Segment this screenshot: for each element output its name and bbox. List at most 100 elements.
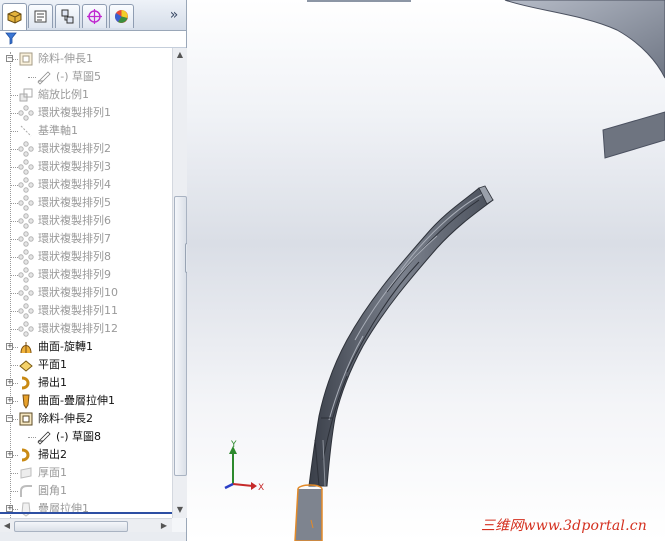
tree-item[interactable]: + 曲面-旋轉1	[0, 338, 172, 356]
circular-pattern-icon	[18, 285, 34, 301]
expand-icon[interactable]: +	[6, 343, 13, 350]
tree-item[interactable]: 環狀複製排列12	[0, 320, 172, 338]
expand-icon[interactable]: +	[6, 397, 13, 404]
tree-item[interactable]: 平面1	[0, 356, 172, 374]
tree-item-label: 平面1	[38, 358, 67, 371]
tree-item-label: (-) 草圖5	[56, 70, 102, 83]
sketch-icon	[37, 71, 51, 85]
collapse-icon[interactable]: −	[6, 55, 13, 62]
circular-pattern-icon	[18, 141, 34, 157]
tree-connector	[10, 167, 18, 168]
tree-connector	[10, 365, 18, 366]
circular-pattern-icon	[18, 267, 34, 283]
triad-x-label: X	[258, 483, 264, 493]
graphics-area[interactable]: Y X 三维网www.3dportal.cn	[187, 0, 665, 541]
tree-item[interactable]: 環狀複製排列10	[0, 284, 172, 302]
tree-item[interactable]: + 疊層拉伸1	[0, 500, 172, 518]
tree-connector	[10, 239, 18, 240]
tree-item-label: 掃出2	[38, 448, 67, 461]
tree-item-label: 環狀複製排列6	[38, 214, 111, 227]
tree-item-label: 厚面1	[38, 466, 67, 479]
tree-connector	[10, 329, 18, 330]
circular-pattern-icon	[18, 231, 34, 247]
vertical-scroll-thumb[interactable]	[174, 196, 187, 476]
tree-item-label: 疊層拉伸1	[38, 502, 89, 515]
tree-item[interactable]: 環狀複製排列9	[0, 266, 172, 284]
tree-item-label: 曲面-疊層拉伸1	[38, 394, 115, 407]
axis-icon	[20, 125, 32, 137]
tree-item[interactable]: 厚面1	[0, 464, 172, 482]
feature-tree: − 除料-伸長1 (-) 草圖5 縮放比例1 環狀複製排列1 基準軸1 環狀複製排列2 環狀複…	[0, 48, 172, 518]
scroll-right-icon[interactable]: ▶	[158, 520, 170, 532]
tree-item[interactable]: 環狀複製排列1	[0, 104, 172, 122]
selected-cylinder-segment[interactable]	[294, 484, 323, 541]
vertical-scrollbar[interactable]: ▲ ▼	[172, 48, 187, 518]
tree-connector	[10, 203, 18, 204]
collapse-icon[interactable]: −	[6, 415, 13, 422]
horizontal-scroll-thumb[interactable]	[14, 521, 128, 532]
horizontal-scrollbar[interactable]: ◀ ▶	[0, 518, 172, 533]
tree-item-label: 環狀複製排列12	[38, 322, 118, 335]
tree-connector	[10, 311, 18, 312]
tree-item-label: (-) 草圖8	[56, 430, 102, 443]
swept-surface-partial[interactable]	[504, 0, 665, 159]
tree-connector	[10, 257, 18, 258]
tree-item[interactable]: + 曲面-疊層拉伸1	[0, 392, 172, 410]
tree-item[interactable]: (-) 草圖5	[0, 68, 172, 86]
tree-item[interactable]: 環狀複製排列4	[0, 176, 172, 194]
tree-item-label: 環狀複製排列1	[38, 106, 111, 119]
expand-icon[interactable]: +	[6, 505, 13, 512]
thicken-icon	[20, 467, 32, 479]
tree-item[interactable]: + 掃出1	[0, 374, 172, 392]
tree-item[interactable]: 環狀複製排列8	[0, 248, 172, 266]
tree-item[interactable]: 基準軸1	[0, 122, 172, 140]
tab-feature-manager[interactable]	[2, 3, 27, 30]
circular-pattern-icon	[18, 249, 34, 265]
cut-extrude-icon	[19, 52, 33, 66]
rollback-bar[interactable]	[0, 512, 172, 514]
tree-item[interactable]: 環狀複製排列2	[0, 140, 172, 158]
scroll-left-icon[interactable]: ◀	[1, 520, 13, 532]
tree-item[interactable]: 縮放比例1	[0, 86, 172, 104]
tree-item[interactable]: 圓角1	[0, 482, 172, 500]
loft-icon	[21, 502, 31, 517]
scroll-down-icon[interactable]: ▼	[174, 504, 186, 516]
tree-item-label: 縮放比例1	[38, 88, 89, 101]
tree-connector	[10, 149, 18, 150]
tree-item-label: 掃出1	[38, 376, 67, 389]
configuration-manager-icon	[61, 9, 74, 24]
tab-configuration-manager[interactable]	[55, 4, 80, 28]
sketch-icon	[37, 431, 51, 445]
tab-display-manager[interactable]	[109, 4, 134, 28]
tree-item[interactable]: 環狀複製排列11	[0, 302, 172, 320]
filter-icon[interactable]	[5, 32, 17, 45]
circular-pattern-icon	[18, 303, 34, 319]
more-tabs-icon[interactable]: »	[166, 5, 182, 25]
circular-pattern-icon	[18, 321, 34, 337]
tree-item-label: 環狀複製排列4	[38, 178, 111, 191]
tab-property-manager[interactable]	[28, 4, 53, 28]
expand-icon[interactable]: +	[6, 379, 13, 386]
twisted-rope-body[interactable]	[308, 185, 494, 487]
plane-icon	[19, 360, 33, 372]
filter-bar[interactable]	[0, 31, 186, 48]
tree-connector	[10, 113, 18, 114]
expand-icon[interactable]: +	[6, 451, 13, 458]
tree-item[interactable]: + 掃出2	[0, 446, 172, 464]
tree-item[interactable]: − 除料-伸長2	[0, 410, 172, 428]
tab-dimxpert[interactable]	[82, 4, 107, 28]
tree-item[interactable]: 環狀複製排列3	[0, 158, 172, 176]
triad-y-label: Y	[230, 440, 237, 450]
tree-item[interactable]: − 除料-伸長1	[0, 50, 172, 68]
circular-pattern-icon	[18, 213, 34, 229]
tree-item[interactable]: 環狀複製排列6	[0, 212, 172, 230]
property-manager-icon	[34, 10, 47, 23]
tree-item[interactable]: 環狀複製排列5	[0, 194, 172, 212]
tree-item[interactable]: 環狀複製排列7	[0, 230, 172, 248]
tree-item[interactable]: (-) 草圖8	[0, 428, 172, 446]
tree-item-label: 圓角1	[38, 484, 67, 497]
scroll-up-icon[interactable]: ▲	[174, 49, 186, 61]
tree-item-label: 環狀複製排列11	[38, 304, 118, 317]
display-manager-icon	[114, 10, 128, 23]
tree-connector	[10, 221, 18, 222]
